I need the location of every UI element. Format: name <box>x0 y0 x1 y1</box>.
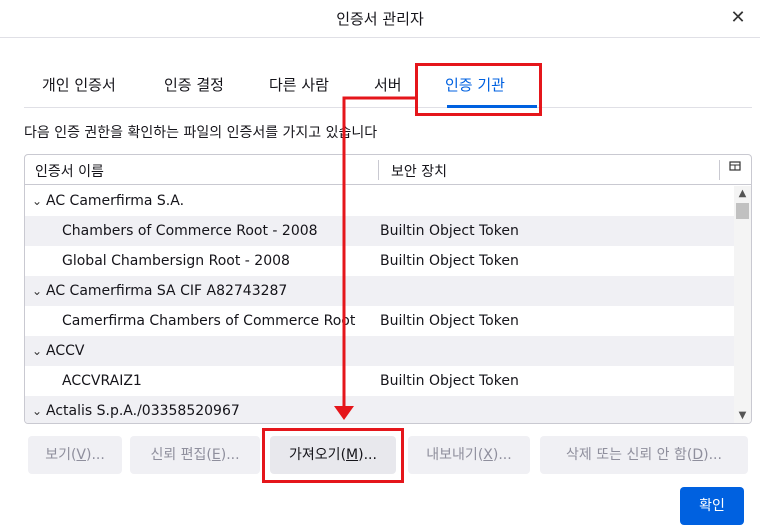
tab-servers[interactable]: 서버 <box>374 62 402 108</box>
dialog-title: 인증서 관리자 <box>336 10 424 28</box>
scroll-up-icon[interactable]: ▲ <box>734 186 751 202</box>
cert-name: Camerfirma Chambers of Commerce Root <box>62 313 356 329</box>
cert-device: Builtin Object Token <box>380 313 519 329</box>
edit-button-suffix: )... <box>220 447 240 463</box>
view-button[interactable]: 보기(V)... <box>28 436 122 474</box>
cert-name: Global Chambersign Root - 2008 <box>62 253 290 269</box>
dialog-titlebar: 인증서 관리자 ✕ <box>0 0 760 38</box>
tab-personal-certs[interactable]: 개인 인증서 <box>42 62 116 108</box>
tab-bar: 개인 인증서 인증 결정 다른 사람 서버 인증 기관 <box>24 62 752 108</box>
tree-row-cert[interactable]: ACCVRAIZ1 Builtin Object Token <box>25 366 734 396</box>
import-button-suffix: )... <box>358 447 377 463</box>
cert-name: ACCVRAIZ1 <box>62 373 142 389</box>
group-name: AC Camerfirma S.A. <box>46 193 185 209</box>
chevron-down-icon[interactable]: ⌄ <box>32 396 42 423</box>
export-button-label: 내보내기( <box>426 447 484 463</box>
tree-rows: ⌄ AC Camerfirma S.A. Chambers of Commerc… <box>25 186 734 423</box>
selected-tab-indicator <box>447 105 537 108</box>
chevron-down-icon[interactable]: ⌄ <box>32 336 42 366</box>
certificate-tree[interactable]: 인증서 이름 보안 장치 ⌄ AC Camerfirma S.A. Chambe… <box>24 154 752 424</box>
edit-trust-button[interactable]: 신뢰 편집(E)... <box>130 436 260 474</box>
group-name: AC Camerfirma SA CIF A82743287 <box>46 283 288 299</box>
tab-people[interactable]: 다른 사람 <box>269 62 329 108</box>
delete-distrust-button[interactable]: 삭제 또는 신뢰 안 함(D)... <box>540 436 748 474</box>
column-header-name[interactable]: 인증서 이름 <box>35 161 104 181</box>
tree-row-group[interactable]: ⌄ AC Camerfirma S.A. <box>25 186 734 216</box>
edit-accesskey: E <box>211 447 221 463</box>
view-button-label: 보기( <box>45 447 77 463</box>
cert-device: Builtin Object Token <box>380 373 519 389</box>
view-button-suffix: )... <box>86 447 105 463</box>
tree-header: 인증서 이름 보안 장치 <box>25 155 751 185</box>
cert-device: Builtin Object Token <box>380 223 519 239</box>
tree-row-group[interactable]: ⌄ ACCV <box>25 336 734 366</box>
chevron-down-icon[interactable]: ⌄ <box>32 276 42 306</box>
export-button-suffix: )... <box>492 447 512 463</box>
tree-row-group[interactable]: ⌄ AC Camerfirma SA CIF A82743287 <box>25 276 734 306</box>
export-accesskey: X <box>483 447 493 463</box>
close-icon[interactable]: ✕ <box>724 4 752 32</box>
column-header-device[interactable]: 보안 장치 <box>391 161 447 181</box>
tab-description: 다음 인증 권한을 확인하는 파일의 인증서를 가지고 있습니다 <box>24 125 378 141</box>
tree-row-cert[interactable]: Global Chambersign Root - 2008 Builtin O… <box>25 246 734 276</box>
import-button-label: 가져오기( <box>289 447 347 463</box>
cert-device: Builtin Object Token <box>380 253 519 269</box>
column-picker-icon[interactable] <box>725 160 745 180</box>
import-button[interactable]: 가져오기(M)... <box>270 436 396 474</box>
tree-row-group[interactable]: ⌄ Actalis S.p.A./03358520967 <box>25 396 734 423</box>
cert-name: Chambers of Commerce Root - 2008 <box>62 223 318 239</box>
export-button[interactable]: 내보내기(X)... <box>408 436 530 474</box>
edit-button-label: 신뢰 편집( <box>150 447 212 463</box>
tab-auth-decisions[interactable]: 인증 결정 <box>164 62 224 108</box>
delete-button-label: 삭제 또는 신뢰 안 함( <box>566 447 693 463</box>
delete-accesskey: D <box>692 447 704 463</box>
import-accesskey: M <box>346 447 359 463</box>
scroll-down-icon[interactable]: ▼ <box>734 408 751 423</box>
column-splitter[interactable] <box>719 160 720 180</box>
column-splitter[interactable] <box>378 160 379 180</box>
tab-authorities[interactable]: 인증 기관 <box>445 62 505 108</box>
ok-button[interactable]: 확인 <box>680 487 744 525</box>
tree-row-cert[interactable]: Chambers of Commerce Root - 2008 Builtin… <box>25 216 734 246</box>
delete-button-suffix: )... <box>703 447 722 463</box>
group-name: Actalis S.p.A./03358520967 <box>46 403 240 419</box>
group-name: ACCV <box>46 343 85 359</box>
tree-row-cert[interactable]: Camerfirma Chambers of Commerce Root Bui… <box>25 306 734 336</box>
scrollbar-thumb[interactable] <box>736 203 749 219</box>
vertical-scrollbar[interactable]: ▲ ▼ <box>734 186 751 423</box>
view-accesskey: V <box>76 447 86 463</box>
chevron-down-icon[interactable]: ⌄ <box>32 186 42 216</box>
